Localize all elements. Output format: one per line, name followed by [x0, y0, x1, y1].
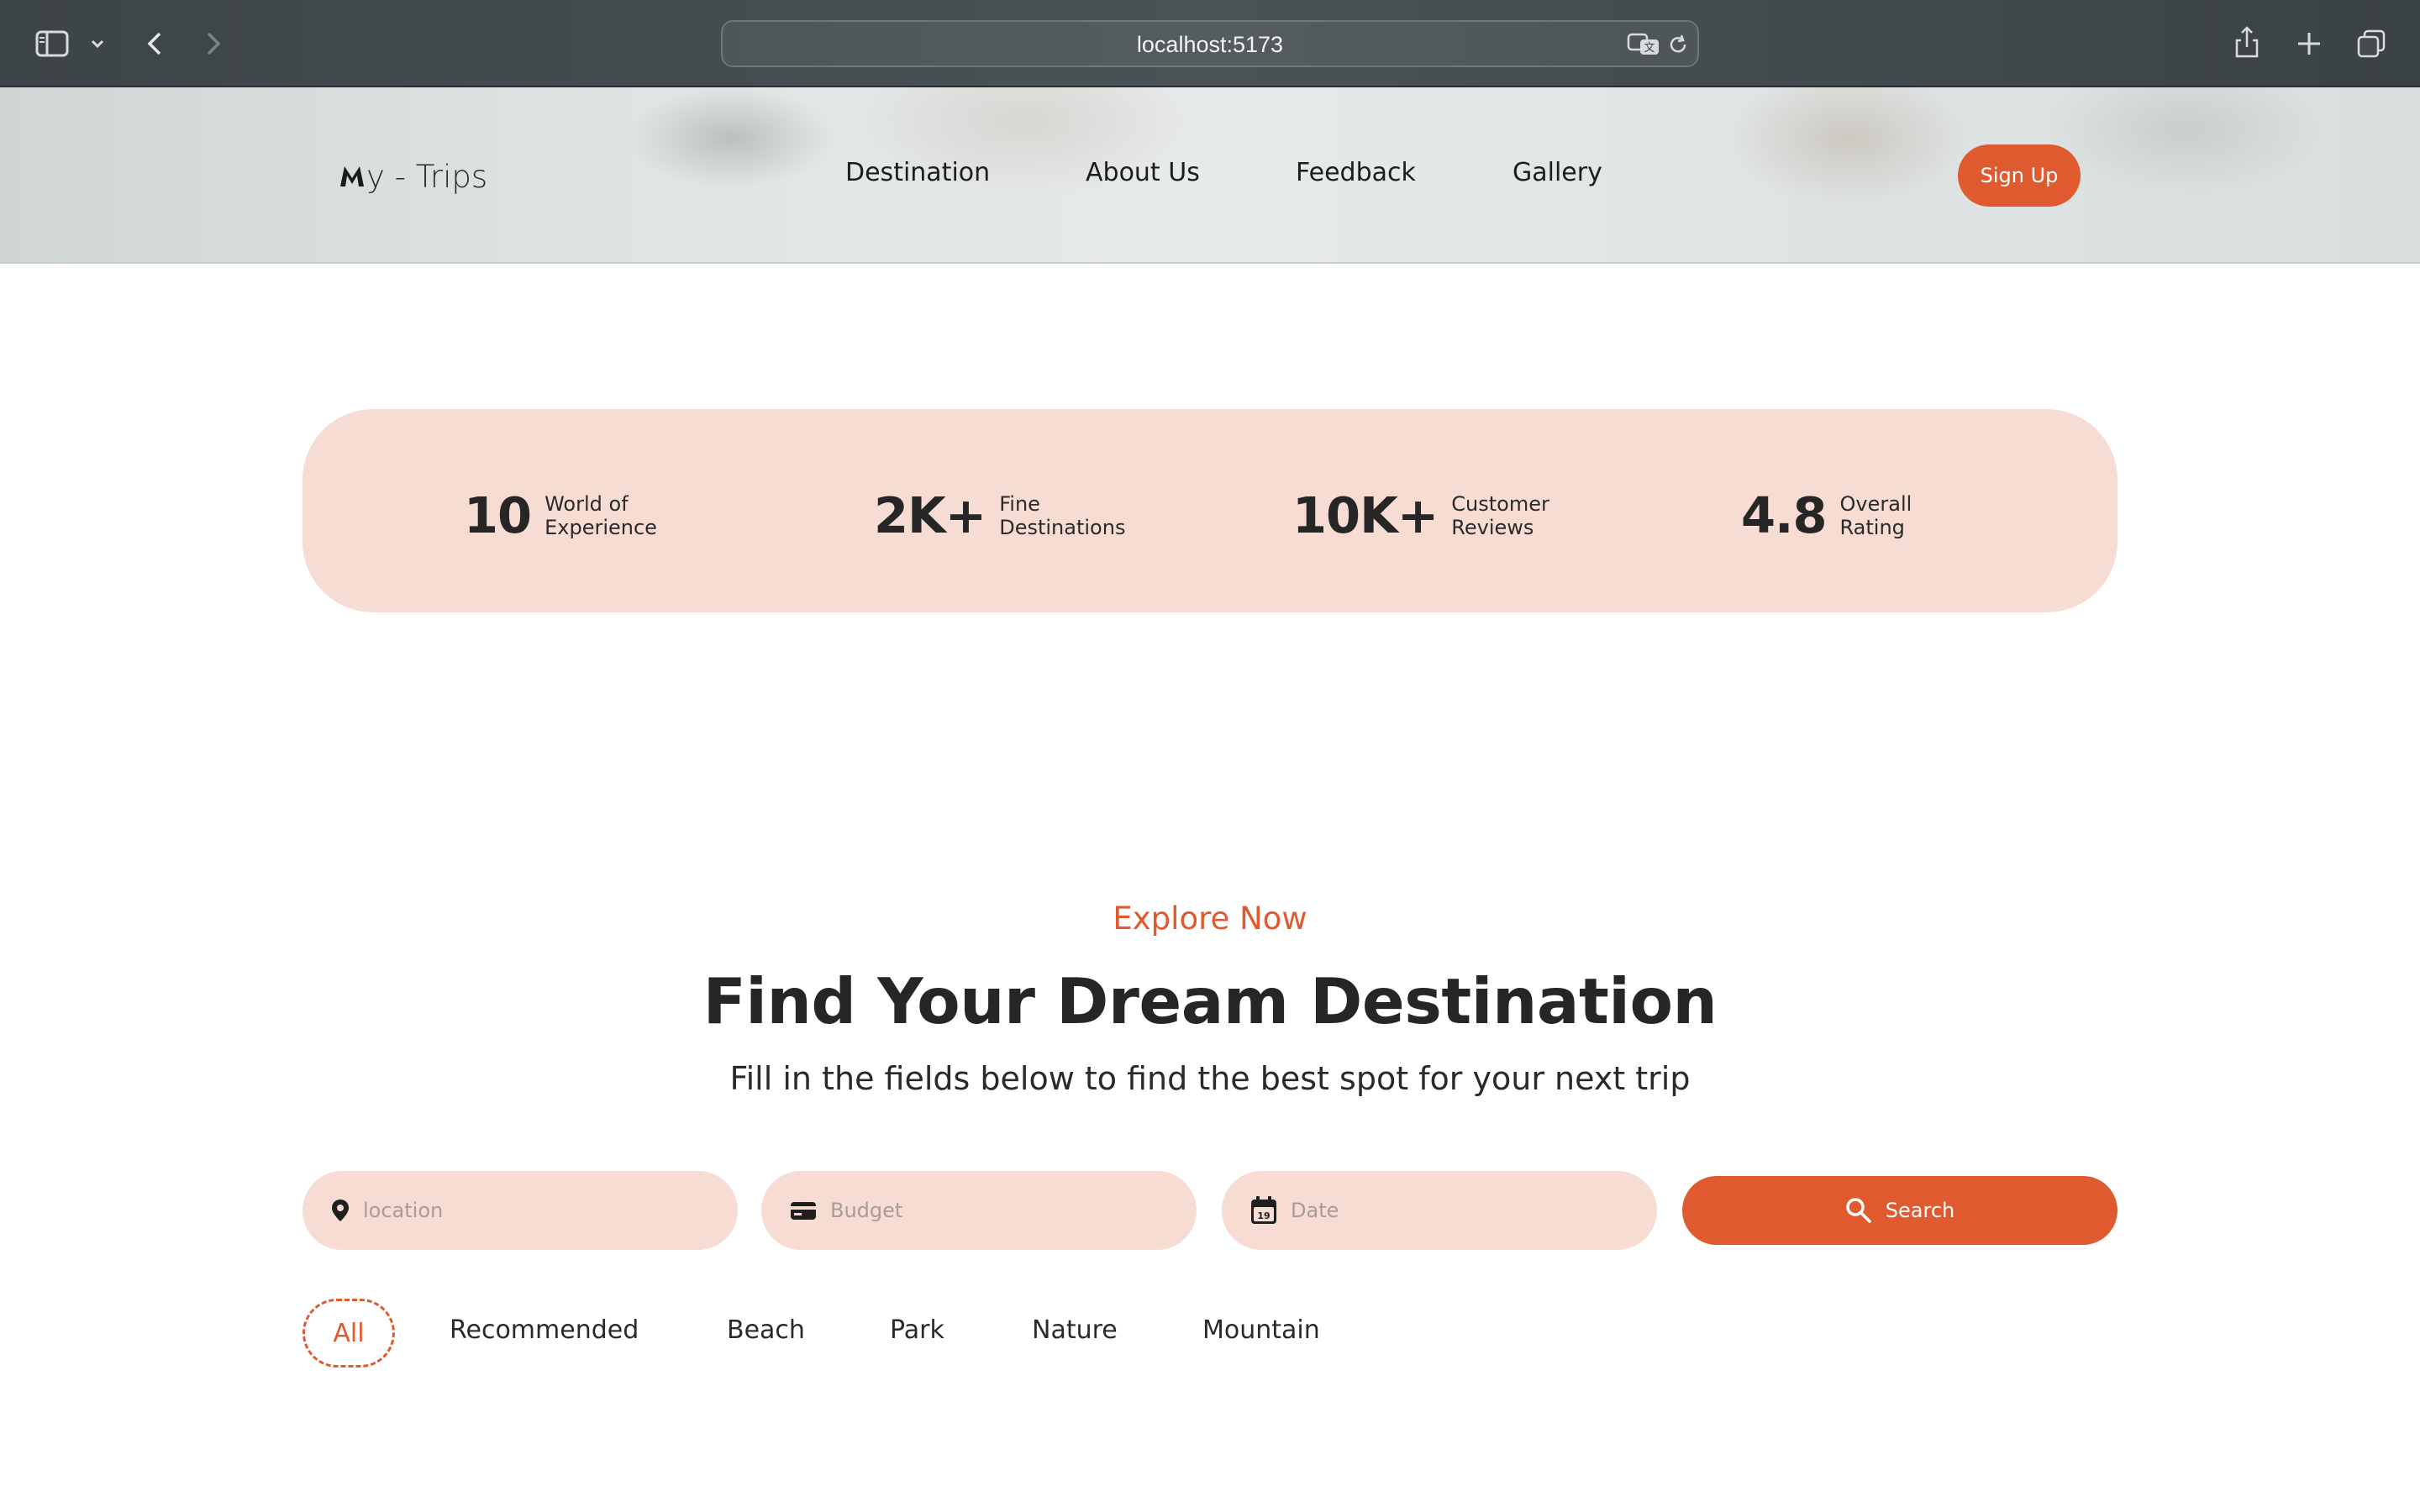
translate-icon[interactable]: 文 [1627, 32, 1660, 57]
filter-park[interactable]: Park [890, 1315, 944, 1345]
location-pin-icon [332, 1200, 349, 1221]
budget-field[interactable] [761, 1171, 1197, 1250]
stat-reviews: 10K+ Customer Reviews [1292, 486, 1549, 544]
search-icon [1846, 1198, 1871, 1223]
url-text: localhost:5173 [1136, 32, 1284, 57]
date-input[interactable] [1291, 1199, 1627, 1222]
search-button[interactable]: Search [1682, 1176, 2118, 1245]
stats-banner: 10 World of Experience 2K+ Fine Destinatio… [302, 409, 2118, 612]
browser-toolbar: localhost:5173 文 [0, 0, 2420, 87]
svg-text:文: 文 [1644, 42, 1655, 55]
svg-text:19: 19 [1257, 1210, 1270, 1221]
stat-label: World of Experience [544, 491, 657, 539]
explore-eyebrow: Explore Now [1113, 900, 1307, 937]
logo-text: y - Trips [366, 158, 488, 195]
site-header: y - Trips Destination About Us Feedback … [0, 87, 2420, 264]
stat-value: 10K+ [1292, 486, 1439, 544]
wallet-icon [791, 1202, 816, 1220]
reload-icon[interactable] [1665, 32, 1691, 57]
share-icon[interactable] [2230, 22, 2264, 62]
location-input[interactable] [363, 1199, 699, 1222]
location-field[interactable] [302, 1171, 738, 1250]
search-button-label: Search [1885, 1199, 1955, 1222]
stat-rating: 4.8 Overall Rating [1741, 486, 1912, 544]
stat-destinations: 2K+ Fine Destinations [874, 486, 1125, 544]
stat-label: Overall Rating [1839, 491, 1912, 539]
nav-about-us[interactable]: About Us [1086, 158, 1200, 187]
filter-nature[interactable]: Nature [1032, 1315, 1118, 1345]
back-icon[interactable] [141, 25, 168, 62]
page-title: Find Your Dream Destination [702, 964, 1718, 1038]
chevron-down-icon[interactable] [87, 32, 108, 55]
filter-recommended[interactable]: Recommended [450, 1315, 639, 1345]
stat-experience: 10 World of Experience [464, 486, 657, 544]
calendar-icon: 19 [1251, 1196, 1276, 1224]
stat-label: Customer Reviews [1451, 491, 1549, 539]
nav-gallery[interactable]: Gallery [1512, 158, 1602, 187]
page-subtitle: Fill in the fields below to find the bes… [729, 1060, 1691, 1097]
logo-m-icon [340, 166, 364, 186]
nav-destination[interactable]: Destination [845, 158, 990, 187]
nav-feedback[interactable]: Feedback [1296, 158, 1416, 187]
address-bar[interactable]: localhost:5173 文 [721, 20, 1699, 67]
sidebar-icon[interactable] [34, 27, 71, 60]
site-logo[interactable]: y - Trips [339, 151, 487, 202]
filter-beach[interactable]: Beach [727, 1315, 805, 1345]
date-field[interactable]: 19 [1222, 1171, 1657, 1250]
filter-all[interactable]: All [302, 1299, 395, 1368]
tabs-overview-icon[interactable] [2353, 25, 2390, 62]
stat-label: Fine Destinations [999, 491, 1126, 539]
stat-value: 2K+ [874, 486, 986, 544]
budget-input[interactable] [830, 1199, 1166, 1222]
forward-icon[interactable] [200, 25, 227, 62]
stat-value: 10 [464, 486, 532, 544]
new-tab-icon[interactable] [2292, 27, 2326, 60]
sign-up-button[interactable]: Sign Up [1958, 144, 2081, 207]
filter-mountain[interactable]: Mountain [1202, 1315, 1320, 1345]
stat-value: 4.8 [1741, 486, 1828, 544]
